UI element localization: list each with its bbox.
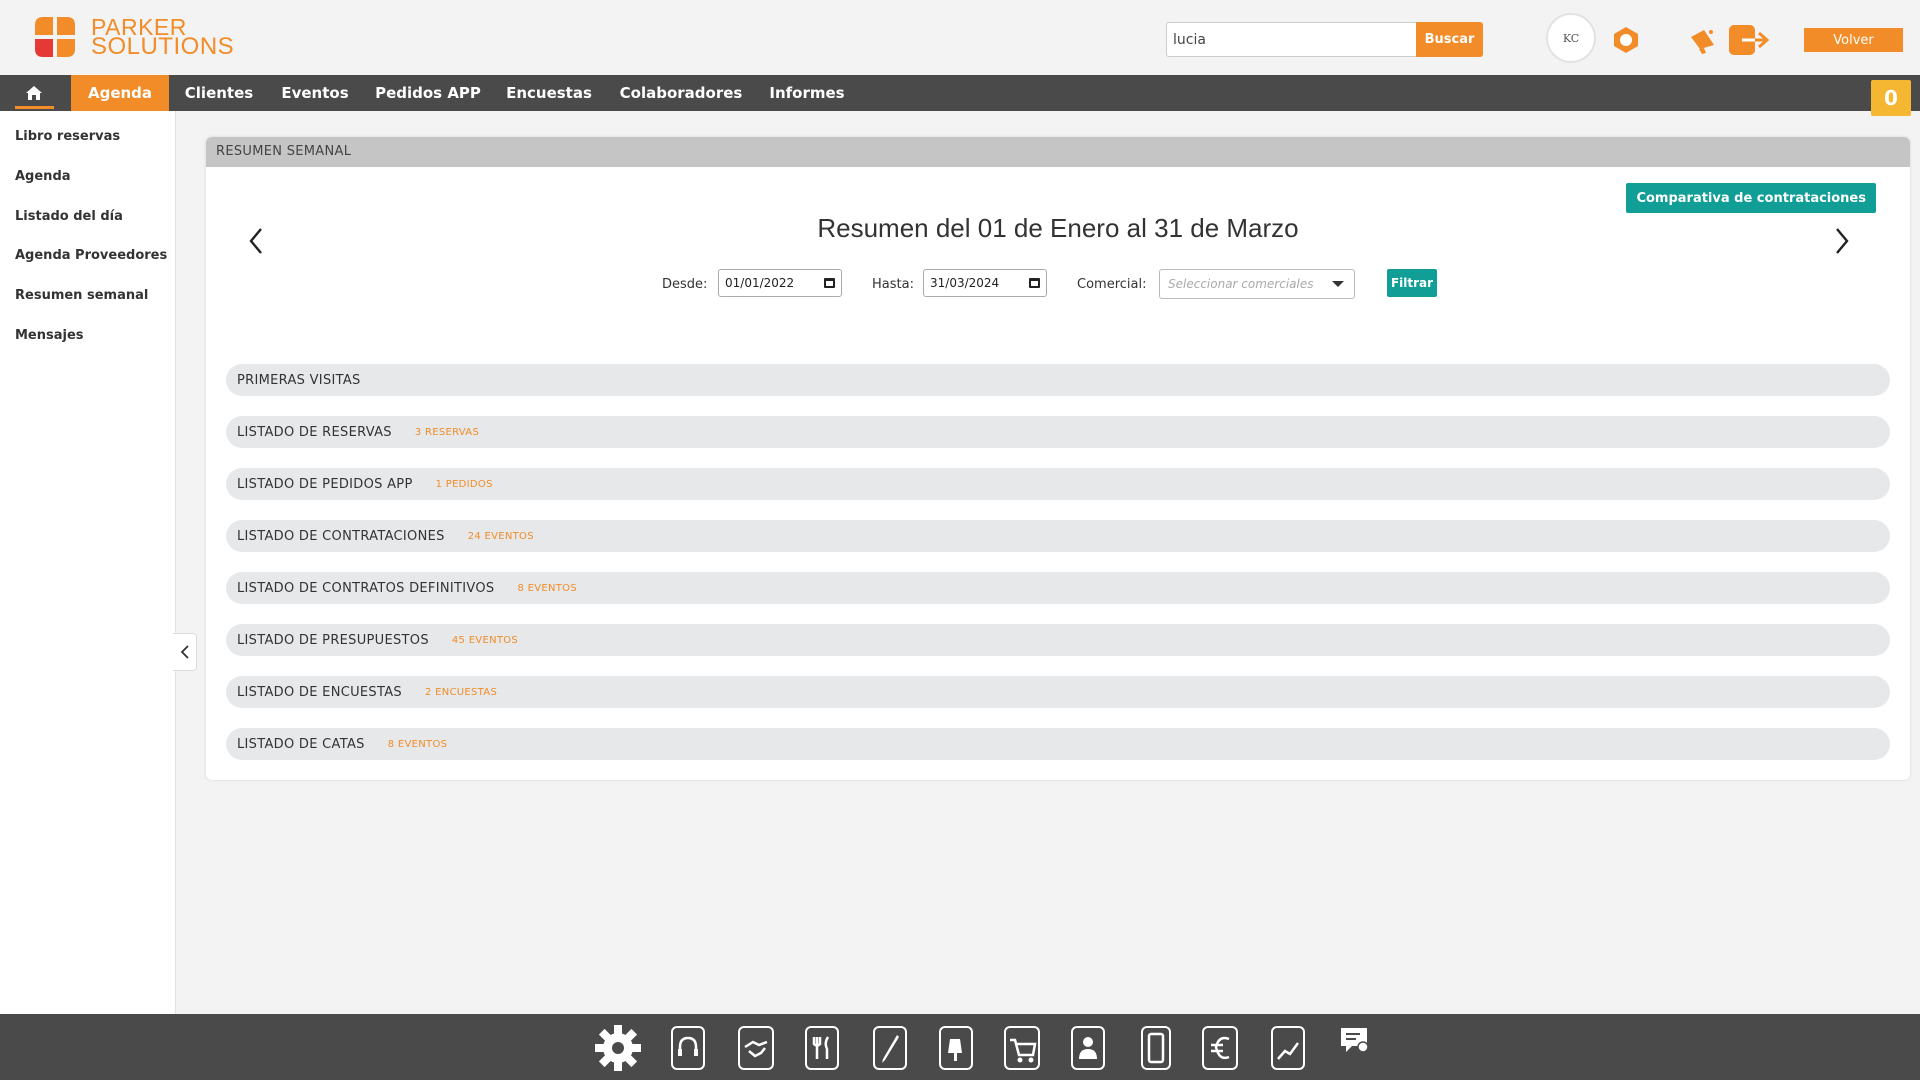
top-navigation: Agenda Clientes Eventos Pedidos APP Encu… bbox=[0, 75, 1920, 111]
summary-list: PRIMERAS VISITAS LISTADO DE RESERVAS 3 R… bbox=[226, 364, 1890, 780]
list-item-count: 3 RESERVAS bbox=[414, 426, 480, 438]
list-item-title: LISTADO DE CONTRATACIONES bbox=[237, 528, 445, 544]
list-item-count: 1 PEDIDOS bbox=[435, 478, 493, 490]
cart-icon[interactable] bbox=[1002, 1024, 1042, 1072]
nav-encuestas[interactable]: Encuestas bbox=[504, 75, 594, 111]
brand-logo[interactable]: PARKER SOLUTIONS bbox=[31, 13, 234, 61]
sidebar-collapse-button[interactable] bbox=[173, 633, 197, 671]
list-item-count: 8 EVENTOS bbox=[517, 582, 577, 594]
comparativa-button[interactable]: Comparativa de contrataciones bbox=[1626, 183, 1876, 213]
pen-icon[interactable] bbox=[870, 1024, 910, 1072]
list-item-title: LISTADO DE PEDIDOS APP bbox=[237, 476, 413, 492]
brand-logo-text: PARKER SOLUTIONS bbox=[91, 16, 235, 60]
chevron-down-icon bbox=[1332, 281, 1344, 287]
sidebar-item-agenda-proveedores[interactable]: Agenda Proveedores bbox=[15, 248, 167, 263]
contacts-icon[interactable] bbox=[1068, 1024, 1108, 1072]
headset-icon[interactable] bbox=[668, 1024, 708, 1072]
list-item-title: LISTADO DE CATAS bbox=[237, 736, 365, 752]
handshake-icon[interactable] bbox=[736, 1024, 776, 1072]
sidebar-item-agenda[interactable]: Agenda bbox=[15, 169, 71, 184]
desde-date-value: 01/01/2022 bbox=[725, 276, 795, 290]
chevron-left-icon bbox=[180, 645, 189, 659]
sidebar: Libro reservas Agenda Listado del día Ag… bbox=[0, 111, 176, 1014]
comercial-placeholder: Seleccionar comerciales bbox=[1168, 277, 1314, 291]
megaphone-icon[interactable] bbox=[1687, 24, 1721, 56]
nav-clientes[interactable]: Clientes bbox=[176, 75, 262, 111]
panel-header: RESUMEN SEMANAL bbox=[206, 137, 1910, 167]
hasta-date-value: 31/03/2024 bbox=[930, 276, 1000, 290]
list-item[interactable]: LISTADO DE CONTRATOS DEFINITIVOS 8 EVENT… bbox=[226, 572, 1890, 604]
list-item-title: LISTADO DE PRESUPUESTOS bbox=[237, 632, 429, 648]
comercial-label: Comercial: bbox=[1077, 277, 1147, 292]
sidebar-item-listado-del-dia[interactable]: Listado del día bbox=[15, 209, 123, 224]
euro-icon[interactable] bbox=[1200, 1024, 1240, 1072]
hasta-date-input[interactable]: 31/03/2024 bbox=[923, 269, 1047, 297]
desde-date-input[interactable]: 01/01/2022 bbox=[718, 269, 842, 297]
bottom-toolbar bbox=[0, 1014, 1920, 1080]
sidebar-item-mensajes[interactable]: Mensajes bbox=[15, 328, 84, 343]
home-icon[interactable] bbox=[14, 75, 54, 111]
list-item[interactable]: LISTADO DE PRESUPUESTOS 45 EVENTOS bbox=[226, 624, 1890, 656]
list-item-title: LISTADO DE ENCUESTAS bbox=[237, 684, 402, 700]
list-item-title: LISTADO DE RESERVAS bbox=[237, 424, 392, 440]
avatar[interactable]: KC bbox=[1546, 13, 1596, 63]
nav-agenda[interactable]: Agenda bbox=[71, 75, 169, 111]
hasta-label: Hasta: bbox=[872, 277, 914, 292]
weekly-summary-panel: RESUMEN SEMANAL Comparativa de contratac… bbox=[206, 137, 1910, 780]
list-item[interactable]: LISTADO DE PEDIDOS APP 1 PEDIDOS bbox=[226, 468, 1890, 500]
nav-eventos[interactable]: Eventos bbox=[277, 75, 353, 111]
list-item[interactable]: LISTADO DE ENCUESTAS 2 ENCUESTAS bbox=[226, 676, 1890, 708]
chevron-right-icon bbox=[1836, 228, 1849, 254]
search-bar: Buscar bbox=[1166, 22, 1483, 57]
list-item[interactable]: PRIMERAS VISITAS bbox=[226, 364, 1890, 396]
restaurant-icon[interactable] bbox=[802, 1024, 842, 1072]
list-item-count: 8 EVENTOS bbox=[387, 738, 448, 750]
summary-title: Resumen del 01 de Enero al 31 de Marzo bbox=[817, 213, 1299, 243]
search-button[interactable]: Buscar bbox=[1416, 22, 1483, 57]
chat-user-icon[interactable] bbox=[1334, 1018, 1374, 1066]
brand-line2: SOLUTIONS bbox=[91, 33, 235, 60]
list-item[interactable]: LISTADO DE CATAS 8 EVENTOS bbox=[226, 728, 1890, 760]
brand-logo-mark bbox=[31, 13, 79, 61]
calendar-icon bbox=[1029, 278, 1040, 288]
filtrar-button[interactable]: Filtrar bbox=[1387, 269, 1437, 297]
sidebar-item-resumen-semanal[interactable]: Resumen semanal bbox=[15, 288, 148, 303]
hand-bell-icon[interactable] bbox=[936, 1024, 976, 1072]
hexagon-icon[interactable] bbox=[1609, 24, 1643, 56]
mobile-icon[interactable] bbox=[1136, 1024, 1176, 1072]
logout-icon[interactable] bbox=[1728, 24, 1772, 56]
list-item-count: 45 EVENTOS bbox=[451, 634, 519, 646]
list-item-count: 2 ENCUESTAS bbox=[424, 686, 498, 698]
cart-counter-badge[interactable]: 0 bbox=[1871, 80, 1911, 116]
nav-pedidos-app[interactable]: Pedidos APP bbox=[374, 75, 482, 111]
sidebar-item-libro-reservas[interactable]: Libro reservas bbox=[15, 129, 120, 144]
volver-button[interactable]: Volver bbox=[1804, 28, 1903, 52]
list-item-title: LISTADO DE CONTRATOS DEFINITIVOS bbox=[237, 580, 495, 596]
search-input[interactable] bbox=[1166, 22, 1416, 57]
app-header: PARKER SOLUTIONS Buscar KC Volver bbox=[0, 0, 1920, 75]
desde-label: Desde: bbox=[662, 277, 708, 292]
nav-colaboradores[interactable]: Colaboradores bbox=[616, 75, 746, 111]
comercial-select[interactable]: Seleccionar comerciales bbox=[1159, 269, 1355, 299]
list-item-title: PRIMERAS VISITAS bbox=[237, 372, 361, 388]
calendar-icon bbox=[824, 278, 835, 288]
settings-icon[interactable] bbox=[592, 1024, 644, 1072]
next-period-button[interactable] bbox=[1827, 221, 1857, 261]
list-item-count: 24 EVENTOS bbox=[467, 530, 534, 542]
chart-icon[interactable] bbox=[1268, 1024, 1308, 1072]
list-item[interactable]: LISTADO DE RESERVAS 3 RESERVAS bbox=[226, 416, 1890, 448]
nav-informes[interactable]: Informes bbox=[766, 75, 848, 111]
filters-bar: Desde: 01/01/2022 Hasta: 31/03/2024 Come… bbox=[206, 269, 1910, 299]
list-item[interactable]: LISTADO DE CONTRATACIONES 24 EVENTOS bbox=[226, 520, 1890, 552]
